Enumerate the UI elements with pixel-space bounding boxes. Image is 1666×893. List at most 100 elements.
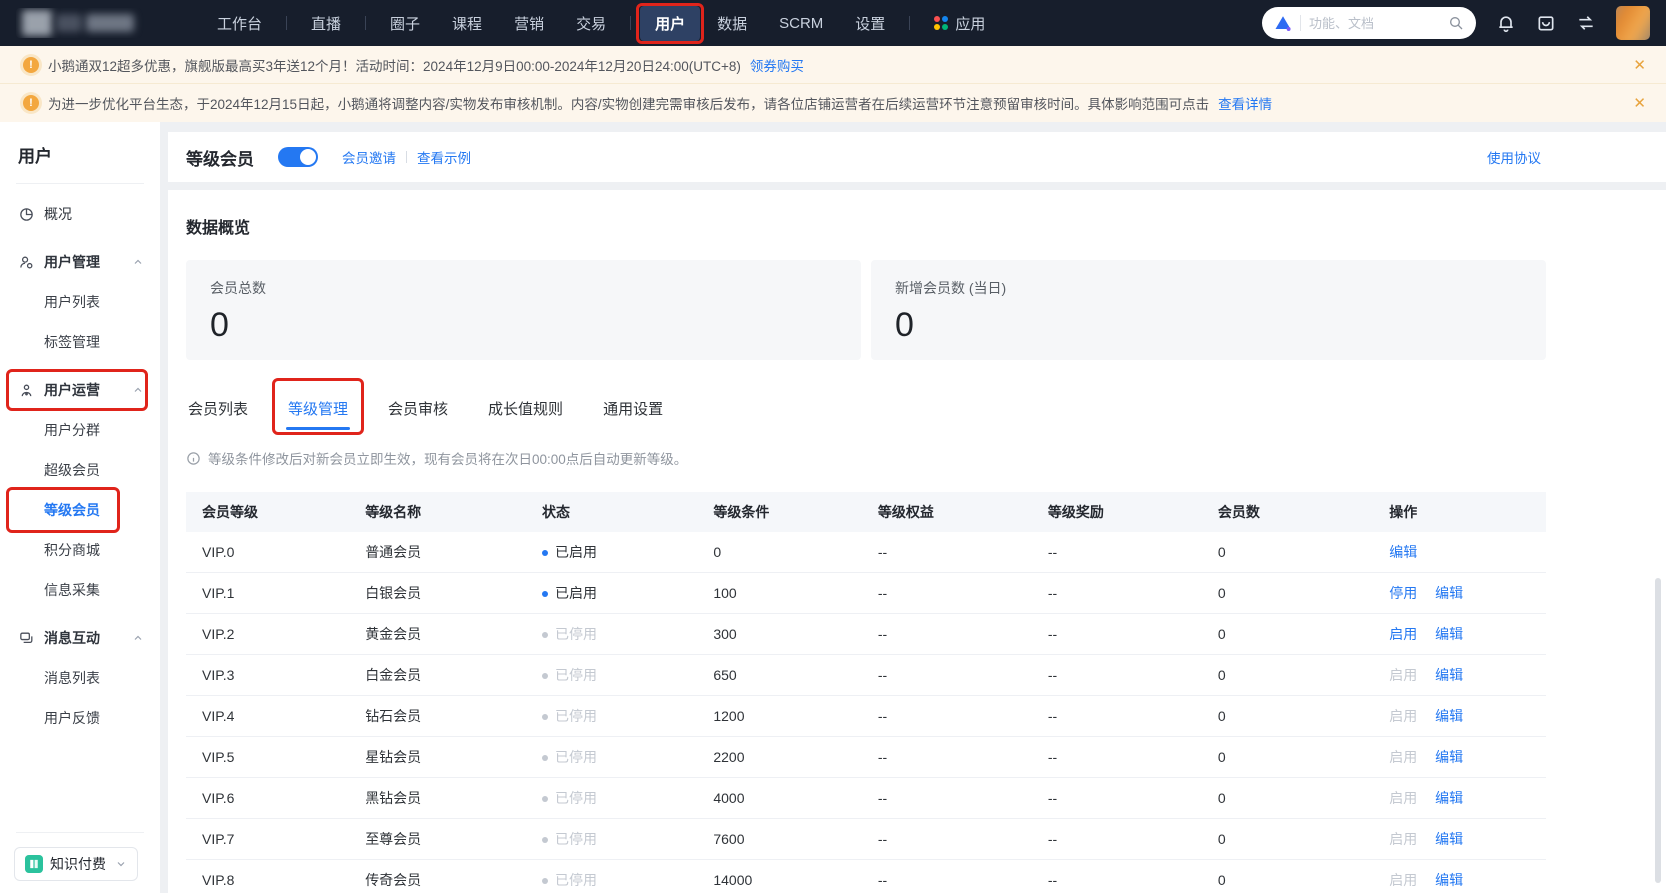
nav-item-marketing[interactable]: 营销 — [499, 6, 559, 41]
nav-item-course[interactable]: 课程 — [437, 6, 497, 41]
search-icon[interactable] — [1448, 15, 1464, 31]
view-example-link[interactable]: 查看示例 — [417, 147, 471, 167]
table-row-vip0: VIP.0 普通会员 已启用 0 -- -- 0 编辑 — [186, 532, 1546, 573]
nav-item-scrm[interactable]: SCRM — [764, 8, 838, 39]
search-input[interactable] — [1309, 15, 1440, 31]
tab-growth-rules[interactable]: 成长值规则 — [486, 390, 565, 432]
product-switcher[interactable]: 知识付费 — [14, 847, 138, 881]
global-search[interactable] — [1262, 7, 1476, 39]
enable-action-disabled: 启用 — [1389, 749, 1418, 765]
nav-item-circle[interactable]: 圈子 — [375, 6, 435, 41]
sidebar-item-overview[interactable]: 概况 — [0, 194, 160, 234]
user-avatar[interactable] — [1616, 6, 1650, 40]
promo-banner-text: 小鹅通双12超多优惠，旗舰版最高买3年送12个月！活动时间：2024年12月9日… — [48, 58, 741, 74]
enable-action[interactable]: 启用 — [1389, 626, 1417, 642]
edit-action[interactable]: 编辑 — [1435, 626, 1463, 642]
edit-action[interactable]: 编辑 — [1435, 831, 1463, 847]
level-member-toggle[interactable] — [278, 147, 318, 167]
nav-item-user[interactable]: 用户 — [636, 2, 705, 44]
cell-count: 0 — [1217, 749, 1226, 765]
col-actions: 操作 — [1389, 504, 1418, 520]
shop-icon[interactable] — [1536, 13, 1556, 33]
user-gear-icon — [20, 256, 33, 268]
disable-action[interactable]: 停用 — [1389, 585, 1417, 601]
sidebar-group-message-interaction[interactable]: 消息互动 — [0, 618, 160, 658]
cell-benefit: -- — [877, 831, 888, 847]
cell-status: 已停用 — [526, 829, 697, 849]
search-divider — [1300, 15, 1301, 31]
sidebar-item-level-member[interactable]: 等级会员 — [0, 487, 160, 533]
audit-banner: ! 为进一步优化平台生态，于2024年12月15日起，小鹅通将调整内容/实物发布… — [0, 84, 1666, 122]
status-text: 已停用 — [554, 749, 597, 765]
cell-status: 已启用 — [526, 542, 697, 562]
edit-action[interactable]: 编辑 — [1435, 790, 1463, 806]
cell-name: 黑钻会员 — [365, 790, 422, 806]
banner-close-icon[interactable]: ✕ — [1633, 94, 1646, 112]
sidebar-group-user-operations[interactable]: 用户运营 — [0, 369, 160, 411]
sidebar-item-user-segments[interactable]: 用户分群 — [0, 410, 160, 450]
nav-item-data[interactable]: 数据 — [702, 6, 762, 41]
sidebar-group-label: 用户运营 — [44, 382, 100, 398]
switch-account-icon[interactable] — [1576, 13, 1596, 33]
edit-action[interactable]: 编辑 — [1435, 872, 1463, 888]
edit-action[interactable]: 编辑 — [1435, 708, 1463, 724]
tab-member-list[interactable]: 会员列表 — [186, 390, 250, 432]
promo-banner-link[interactable]: 领券购买 — [750, 55, 804, 75]
audit-banner-link[interactable]: 查看详情 — [1218, 93, 1272, 113]
sidebar: 用户 概况 用户管理 用户列表 标签管理 用户运营 用户分群 超级会员 等级会员… — [0, 122, 160, 893]
edit-action[interactable]: 编辑 — [1435, 667, 1463, 683]
scrollbar-thumb[interactable] — [1655, 578, 1661, 883]
sidebar-group-user-management[interactable]: 用户管理 — [0, 242, 160, 282]
enable-action-disabled: 启用 — [1389, 790, 1418, 806]
status-text: 已启用 — [554, 585, 597, 601]
col-member-count: 会员数 — [1217, 504, 1260, 520]
sidebar-divider — [16, 183, 144, 184]
nav-item-live[interactable]: 直播 — [296, 6, 356, 41]
nav-item-trade[interactable]: 交易 — [561, 6, 621, 41]
cell-reward: -- — [1047, 626, 1058, 642]
edit-action[interactable]: 编辑 — [1389, 544, 1417, 560]
cell-level: VIP.5 — [202, 749, 235, 765]
nav-item-workbench[interactable]: 工作台 — [202, 6, 277, 41]
sidebar-item-message-list[interactable]: 消息列表 — [0, 658, 160, 698]
enable-action-disabled: 启用 — [1389, 708, 1418, 724]
cell-level: VIP.2 — [202, 626, 235, 642]
sidebar-item-info-collection[interactable]: 信息采集 — [0, 570, 160, 610]
cell-name: 星钻会员 — [365, 749, 422, 765]
page-title: 等级会员 — [186, 149, 254, 169]
sidebar-bottom: 知识付费 — [0, 832, 160, 885]
member-invite-link[interactable]: 会员邀请 — [342, 147, 396, 167]
stat-label: 新增会员数 (当日) — [895, 280, 1007, 296]
data-overview-title: 数据概览 — [186, 220, 251, 237]
sidebar-item-user-list[interactable]: 用户列表 — [0, 282, 160, 322]
sidebar-item-super-member[interactable]: 超级会员 — [0, 450, 160, 490]
top-nav: 工作台 直播 圈子 课程 营销 交易 用户 数据 SCRM 设置 应用 — [0, 0, 1666, 46]
cell-count: 0 — [1217, 831, 1226, 847]
edit-action[interactable]: 编辑 — [1435, 585, 1463, 601]
notifications-bell-icon[interactable] — [1496, 13, 1516, 33]
tab-general-settings[interactable]: 通用设置 — [601, 390, 665, 432]
nav-item-settings[interactable]: 设置 — [840, 6, 900, 41]
nav-item-apps[interactable]: 应用 — [919, 6, 1000, 41]
cell-actions: 启用 编辑 — [1373, 788, 1546, 808]
tab-level-management[interactable]: 等级管理 — [272, 378, 365, 435]
cell-count: 0 — [1217, 790, 1226, 806]
info-icon — [187, 451, 200, 465]
table-row-vip2: VIP.2 黄金会员 已停用 300 -- -- 0 启用 编辑 — [186, 614, 1546, 655]
product-switcher-label: 知识付费 — [50, 856, 106, 872]
enable-action-disabled: 启用 — [1389, 831, 1418, 847]
cell-level: VIP.6 — [202, 790, 235, 806]
edit-action[interactable]: 编辑 — [1435, 749, 1463, 765]
sidebar-item-points-mall[interactable]: 积分商城 — [0, 530, 160, 570]
sidebar-item-tag-management[interactable]: 标签管理 — [0, 322, 160, 362]
tab-member-audit[interactable]: 会员审核 — [386, 390, 450, 432]
cell-benefit: -- — [877, 872, 888, 888]
stat-cards: 会员总数 0 新增会员数 (当日) 0 — [186, 260, 1546, 360]
sidebar-item-user-feedback[interactable]: 用户反馈 — [0, 698, 160, 738]
status-dot — [541, 550, 548, 556]
col-level-name: 等级名称 — [365, 504, 422, 520]
usage-agreement-link[interactable]: 使用协议 — [1487, 147, 1541, 167]
banner-close-icon[interactable]: ✕ — [1633, 56, 1646, 74]
status-text: 已停用 — [554, 831, 597, 847]
cell-count: 0 — [1217, 667, 1226, 683]
